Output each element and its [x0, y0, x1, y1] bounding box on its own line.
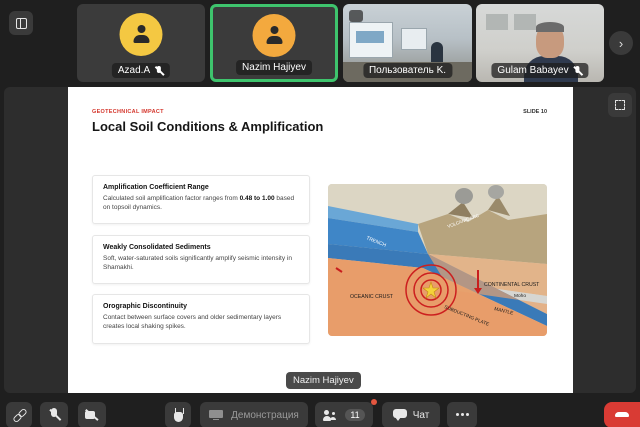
avatar: [119, 13, 163, 56]
participant-tile-video[interactable]: Пользователь K.: [343, 4, 472, 82]
raise-hand-button[interactable]: [165, 402, 191, 427]
participant-name: Gulam Babayev: [497, 65, 569, 76]
card-text: Soft, water-saturated soils significantl…: [103, 255, 292, 271]
participant-name-tag: Azad.A: [111, 63, 171, 78]
video-person: [431, 42, 443, 64]
camera-off-icon: [85, 410, 99, 420]
link-icon: [13, 409, 25, 421]
notification-dot: [371, 399, 377, 405]
participants-count: 11: [345, 409, 365, 421]
person-icon: [132, 24, 150, 45]
presentation-slide: GEOTECHNICAL IMPACT SLIDE 10 Local Soil …: [68, 87, 573, 393]
diagram-label-continental-crust: CONTINENTAL CRUST: [484, 282, 540, 288]
slide-title: Local Soil Conditions & Amplification: [92, 119, 324, 134]
slide-number: SLIDE 10: [523, 109, 547, 115]
participant-tile-video[interactable]: Gulam Babayev: [476, 4, 604, 82]
slide-eyebrow: GEOTECHNICAL IMPACT: [92, 109, 164, 115]
fullscreen-button[interactable]: [608, 93, 632, 117]
participant-name: Azad.A: [117, 65, 151, 76]
mic-off-icon: [573, 65, 583, 76]
video-person-hair: [536, 22, 564, 32]
more-dots-icon: [455, 413, 469, 417]
monitor-icon: [209, 409, 224, 421]
person-icon: [265, 25, 283, 46]
copy-link-button[interactable]: [6, 402, 32, 427]
leave-call-button[interactable]: [604, 402, 640, 427]
mic-off-icon: [154, 65, 164, 76]
mic-off-icon: [48, 408, 60, 422]
info-card: Weakly Consolidated Sediments Soft, wate…: [92, 235, 310, 284]
video-wall-frame: [486, 14, 508, 30]
hand-icon: [172, 408, 184, 422]
sidebar-icon: [15, 17, 27, 29]
hang-up-icon: [615, 412, 629, 418]
video-wall-frame: [514, 14, 536, 30]
participant-name: Пользователь K.: [368, 65, 447, 76]
card-heading: Weakly Consolidated Sediments: [103, 244, 211, 251]
participant-tile[interactable]: Azad.A: [77, 4, 205, 82]
chat-label: Чат: [412, 409, 430, 421]
subduction-diagram: TRENCH VOLCANIC ARC OCEANIC CRUST SUBDUC…: [328, 184, 547, 336]
fullscreen-icon: [615, 100, 625, 110]
card-text: Calculated soil amplification factor ran…: [103, 195, 295, 211]
avatar: [252, 14, 296, 57]
card-text: Contact between surface covers and older…: [103, 314, 282, 330]
card-heading: Orographic Discontinuity: [103, 303, 188, 310]
chat-button[interactable]: Чат: [382, 402, 440, 427]
chevron-right-icon: ›: [618, 35, 624, 51]
more-options-button[interactable]: [447, 402, 477, 427]
card-heading: Amplification Coefficient Range: [103, 184, 209, 191]
info-card: Amplification Coefficient Range Calculat…: [92, 175, 310, 224]
camera-toggle-button[interactable]: [78, 402, 106, 427]
info-card: Orographic Discontinuity Contact between…: [92, 294, 310, 344]
video-projector-screen: [349, 22, 393, 58]
microphone-toggle-button[interactable]: [40, 402, 68, 427]
sidebar-toggle-button[interactable]: [9, 11, 33, 35]
screen-share-label: Демонстрация: [231, 409, 299, 421]
participant-name-tag: Nazim Hajiyev: [236, 60, 312, 75]
active-speaker-label: Nazim Hajiyev: [286, 372, 361, 389]
participant-name: Nazim Hajiyev: [242, 62, 306, 73]
participant-name-tag: Gulam Babayev: [491, 63, 589, 78]
next-participants-button[interactable]: ›: [609, 31, 633, 55]
people-icon: [323, 409, 337, 421]
diagram-label-moho: Moho: [514, 293, 526, 299]
screen-share-button[interactable]: Демонстрация: [200, 402, 308, 427]
video-board: [401, 28, 427, 50]
participant-name-tag: Пользователь K.: [362, 63, 453, 78]
signal-strength-icon: [349, 10, 363, 22]
participants-button[interactable]: 11: [315, 402, 373, 427]
participant-tile-active-speaker[interactable]: Nazim Hajiyev: [210, 4, 338, 82]
diagram-label-oceanic-crust: OCEANIC CRUST: [350, 294, 394, 300]
chat-icon: [392, 409, 407, 421]
